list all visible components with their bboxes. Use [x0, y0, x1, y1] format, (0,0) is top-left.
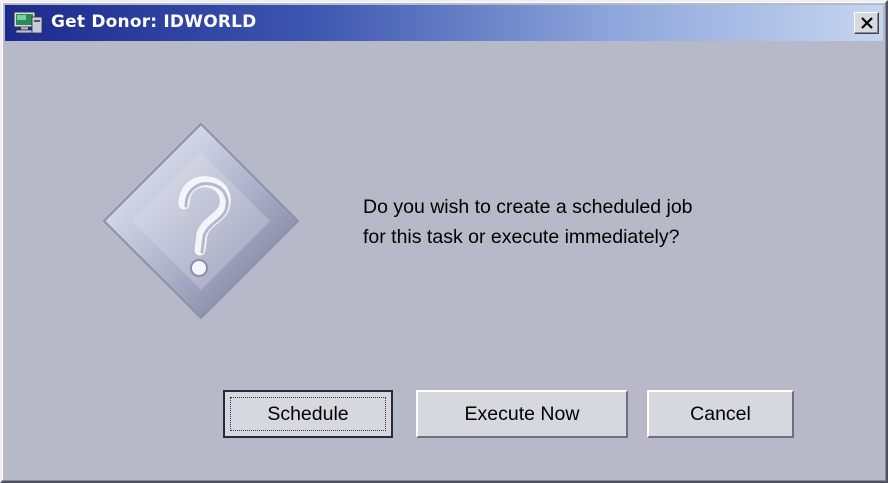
schedule-button-label: Schedule	[230, 397, 386, 431]
cancel-button-label: Cancel	[690, 402, 751, 425]
dialog-window: Get Donor: IDWORLD Do you wish to create…	[0, 0, 888, 483]
close-icon	[861, 17, 873, 29]
window-title: Get Donor: IDWORLD	[51, 12, 257, 32]
message-line-1: Do you wish to create a scheduled job	[363, 196, 693, 218]
schedule-button[interactable]: Schedule	[223, 390, 393, 438]
question-mark-icon	[98, 118, 304, 324]
execute-now-button[interactable]: Execute Now	[416, 390, 628, 438]
computer-monitor-icon	[13, 11, 43, 35]
confirmation-message: Do you wish to create a scheduled job fo…	[363, 192, 843, 252]
message-line-2: for this task or execute immediately?	[363, 226, 680, 248]
cancel-button[interactable]: Cancel	[647, 390, 794, 438]
execute-now-button-label: Execute Now	[464, 402, 580, 425]
title-bar[interactable]: Get Donor: IDWORLD	[5, 5, 883, 41]
close-button[interactable]	[854, 12, 879, 34]
